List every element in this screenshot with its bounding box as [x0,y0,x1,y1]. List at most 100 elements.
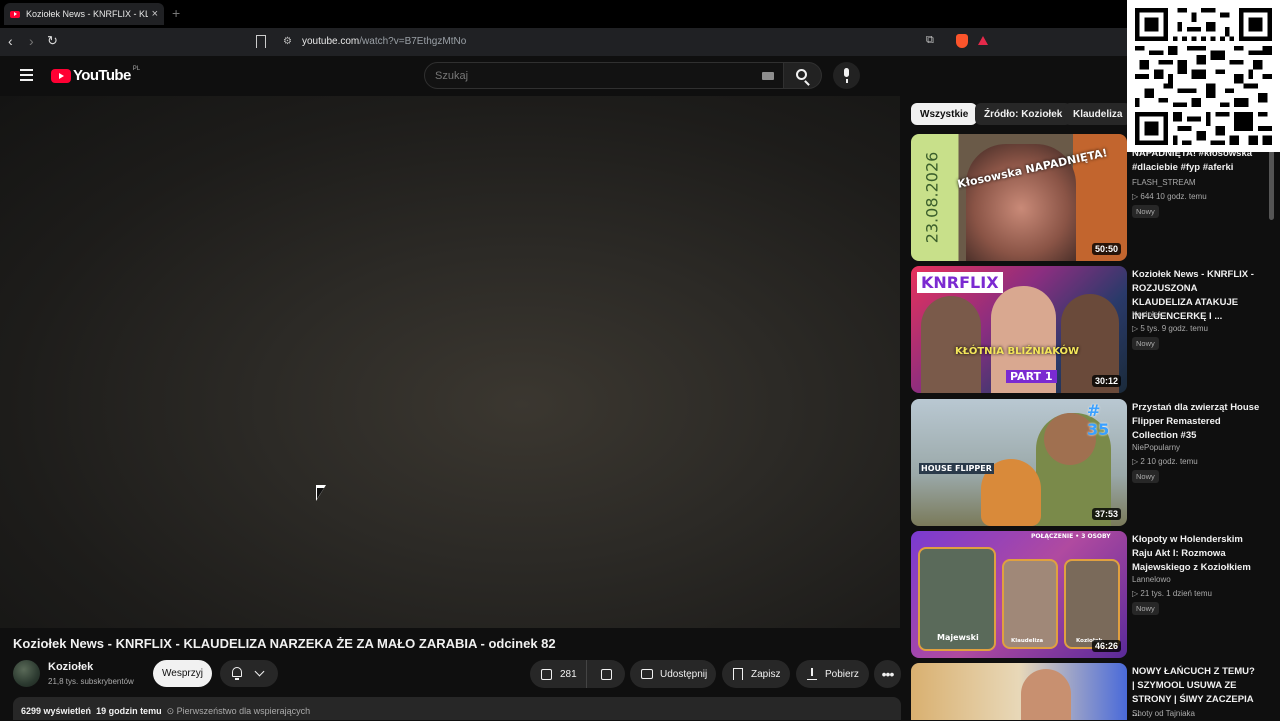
save-button[interactable]: Zapisz [722,660,790,688]
bell-icon [232,667,242,680]
menu-icon[interactable] [20,69,33,81]
duration-badge: 30:12 [1091,375,1121,387]
duration-badge: 37:53 [1091,508,1121,520]
video-title[interactable]: Przystań dla zwierząt House Flipper Rema… [1132,401,1260,443]
view-count: 6299 wyświetleń [21,706,92,716]
open-external-icon[interactable]: ⧉ [926,34,934,47]
browser-tab-bar: Koziołek News - KNRFLIX - KLAUDELIZA NAR… [0,0,1280,28]
channel-avatar[interactable] [13,660,40,687]
thumbs-up-icon [541,668,552,680]
like-button[interactable]: 281 [530,660,587,688]
video-thumbnail[interactable]: 23.08.2026 Kłosowska NAPADNIĘTA! 50:50 [911,134,1127,261]
search-button[interactable] [784,62,822,89]
upload-time: 19 godzin temu [96,706,162,716]
related-video[interactable]: NOWY ŁAŃCUCH Z TEMU? | SZYMOOL USUWA ZE … [911,663,1271,720]
channel-name[interactable]: Koziołek [1132,310,1162,319]
video-thumbnail[interactable] [911,663,1127,720]
new-badge: Nowy [1132,205,1159,218]
share-label: Udostępnij [660,668,708,680]
related-video[interactable]: # 35 HOUSE FLIPPER 37:53 Przystań dla zw… [911,399,1271,526]
thumb-number: # 35 [1087,401,1110,439]
logo-text: YouTube [73,67,131,84]
thumb-tag: POŁĄCZENIE • 3 OSOBY [1031,533,1111,540]
browser-tab[interactable]: Koziołek News - KNRFLIX - KLAUDELIZA NAR… [4,3,164,25]
tab-title: Koziołek News - KNRFLIX - KLAUDELIZA NAR… [26,9,148,19]
channel-name[interactable]: Shoty od Tajniaka [1132,709,1195,718]
search-input[interactable]: Szukaj [424,62,784,89]
youtube-logo[interactable]: YouTube PL [51,65,141,84]
thumb-part: PART 1 [1006,370,1057,383]
site-info-icon[interactable]: ⚙ [283,36,292,47]
share-icon [641,669,653,679]
video-meta: ▷ 5 tys. 9 godz. temu [1132,324,1208,333]
channel-name[interactable]: Lannelowo [1132,575,1171,584]
forward-icon[interactable]: › [29,33,34,49]
channel-name[interactable]: FLASH_STREAM [1132,178,1196,187]
youtube-play-icon [51,68,71,83]
bookmark-icon[interactable] [256,35,266,49]
video-meta: ▷ 2 10 godz. temu [1132,457,1198,466]
video-player[interactable] [0,96,900,628]
brave-rewards-icon[interactable] [978,36,988,45]
supporters-first: ⊙ Pierwszeństwo dla wspierających [166,706,311,716]
chip-source[interactable]: Źródło: Koziołek [975,103,1072,125]
video-meta: ▷ 21 tys. 1 dzień temu [1132,589,1212,598]
download-label: Pobierz [825,668,859,680]
brave-shield-icon[interactable] [956,34,968,48]
back-icon[interactable]: ‹ [8,33,13,49]
youtube-favicon-icon [10,10,20,18]
share-button[interactable]: Udostępnij [630,660,716,688]
thumb-date: 23.08.2026 [922,151,942,244]
new-badge: Nowy [1132,602,1159,615]
chip-all[interactable]: Wszystkie [911,103,978,125]
bookmark-save-icon [733,668,743,680]
related-video[interactable]: 23.08.2026 Kłosowska NAPADNIĘTA! 50:50 N… [911,134,1271,261]
subscriber-count: 21,8 tys. subskrybentów [48,677,134,686]
video-thumbnail[interactable]: KNRFLIX KŁÓTNIA BLIŹNIAKÓW PART 1 30:12 [911,266,1127,393]
thumb-game-logo: HOUSE FLIPPER [919,463,994,474]
duration-badge: 50:50 [1091,243,1121,255]
thumbs-down-icon [600,668,612,680]
support-button[interactable]: Wesprzyj [153,660,212,687]
like-dislike-group: 281 [530,660,625,688]
video-thumbnail[interactable]: # 35 HOUSE FLIPPER 37:53 [911,399,1127,526]
address-bar[interactable]: youtube.com/watch?v=B7EthgzMtNo [302,36,466,47]
new-tab-icon[interactable]: + [172,5,180,21]
thumb-brand: KNRFLIX [917,272,1003,293]
channel-name[interactable]: NiePopularny [1132,443,1180,452]
video-thumbnail[interactable]: POŁĄCZENIE • 3 OSOBY Majewski Klaudeliza… [911,531,1127,658]
voice-search-button[interactable] [833,62,860,89]
reload-icon[interactable]: ↻ [47,33,58,49]
description-meta: 6299 wyświetleń 19 godzin temu ⊙ Pierwsz… [21,706,310,717]
thumb-caption: KŁÓTNIA BLIŹNIAKÓW [955,346,1080,357]
dislike-button[interactable] [587,660,625,688]
related-video[interactable]: POŁĄCZENIE • 3 OSOBY Majewski Klaudeliza… [911,531,1271,658]
save-label: Zapisz [751,668,781,680]
sidebar-scrollbar[interactable] [1269,150,1274,220]
duration-badge: 46:26 [1091,640,1121,652]
search-icon [796,69,807,80]
download-icon [807,668,817,680]
more-icon: ••• [881,666,895,682]
like-count: 281 [560,668,577,680]
keyboard-icon[interactable] [762,72,774,80]
mic-icon [844,68,849,77]
download-button[interactable]: Pobierz [796,660,869,688]
notifications-button[interactable] [220,660,278,687]
more-actions-button[interactable]: ••• [874,660,901,688]
browser-nav-bar: ‹ › ↻ ⚙ youtube.com/watch?v=B7EthgzMtNo … [0,28,1280,56]
new-badge: Nowy [1132,337,1159,350]
close-tab-icon[interactable]: × [152,8,158,20]
video-meta: ▷ 644 10 godz. temu [1132,192,1207,201]
search-placeholder: Szukaj [435,70,469,82]
channel-name[interactable]: Koziołek [48,661,93,673]
thumb-name-2: Klaudeliza [1011,638,1044,644]
thumb-name-1: Majewski [937,633,979,642]
related-video[interactable]: KNRFLIX KŁÓTNIA BLIŹNIAKÓW PART 1 30:12 … [911,266,1271,393]
new-badge: Nowy [1132,470,1159,483]
video-title[interactable]: Kłopoty w Holenderskim Raju Akt I: Rozmo… [1132,533,1260,575]
region-code: PL [132,65,141,72]
qr-code [1127,0,1280,152]
chevron-down-icon [254,666,265,677]
chip-klaudeliza[interactable]: Klaudeliza [1064,103,1132,125]
